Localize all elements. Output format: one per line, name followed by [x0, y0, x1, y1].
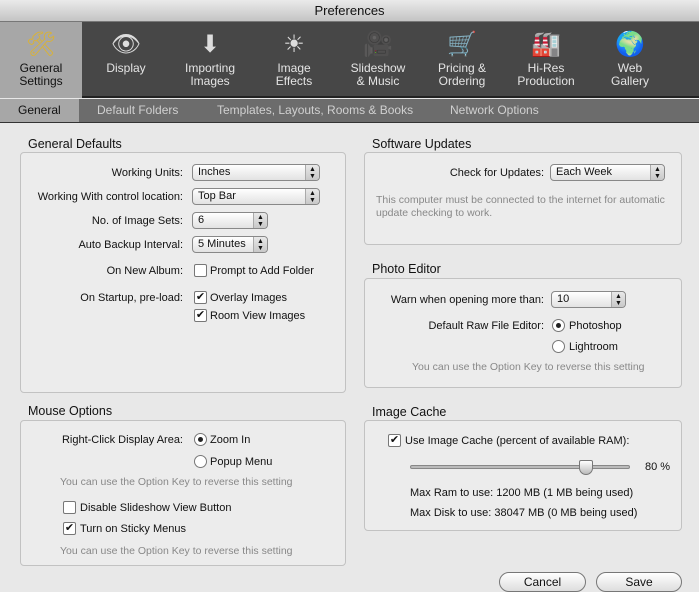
toolbar: 🛠 General Settings 👁 Display ⬇ Importing Imag…: [0, 22, 699, 98]
label: No. of Image Sets:: [91, 215, 183, 227]
subtab-bar: General Default Folders Templates, Layou…: [0, 99, 699, 123]
tool-pricing-ordering[interactable]: 🛒 Pricing & Ordering: [426, 22, 498, 98]
tab-network-options[interactable]: Network Options: [450, 99, 539, 122]
room-view-checkbox[interactable]: ✔: [194, 309, 207, 322]
tool-image-effects[interactable]: ☀ Image Effects: [258, 22, 330, 98]
updown-icon: ▲ ▼: [253, 213, 267, 228]
factory-icon: 🏭: [531, 31, 561, 58]
radio-label: Zoom In: [210, 434, 251, 446]
updown-icon: ▲ ▼: [611, 292, 625, 307]
globe-icon: 🌍: [615, 31, 645, 58]
max-disk: Max Disk to use: 38047 MB (0 MB being us…: [410, 507, 638, 519]
section-title: Mouse Options: [28, 404, 113, 418]
cache-slider-track[interactable]: [410, 465, 630, 469]
label: On Startup, pre-load:: [80, 292, 183, 304]
tool-label: Effects: [275, 74, 313, 88]
eye-display-icon: 👁: [110, 31, 142, 58]
tab-templates-layouts[interactable]: Templates, Layouts, Rooms & Books: [217, 99, 413, 122]
tool-label: Gallery: [610, 74, 649, 88]
label: Working Units:: [111, 167, 183, 179]
image-sets-select[interactable]: 6 ▲ ▼: [192, 212, 268, 229]
max-ram: Max Ram to use: 1200 MB (1 MB being used…: [410, 487, 634, 499]
window-title: Preferences: [0, 0, 699, 22]
select-value: 6: [198, 214, 205, 226]
lightroom-radio[interactable]: [552, 340, 565, 353]
check-updates-select[interactable]: Each Week ▲ ▼: [550, 164, 665, 181]
tool-label: Display: [106, 61, 146, 75]
note: You can use the Option Key to reverse th…: [60, 545, 293, 557]
select-value: 5 Minutes: [198, 238, 246, 250]
checkbox-label: Use Image Cache (percent of available RA…: [405, 435, 630, 447]
checkbox-label: Room View Images: [210, 310, 306, 322]
tool-label: Settings: [19, 74, 63, 88]
checkbox-label: Overlay Images: [210, 292, 288, 304]
label: Right-Click Display Area:: [61, 434, 183, 446]
section-title: Image Cache: [372, 405, 447, 419]
tool-general-settings[interactable]: 🛠 General Settings: [0, 22, 82, 98]
backup-interval-select[interactable]: 5 Minutes ▲ ▼: [192, 236, 268, 253]
tool-importing-images[interactable]: ⬇ Importing Images: [170, 22, 250, 98]
section-title: Photo Editor: [372, 262, 441, 276]
radio-label: Lightroom: [569, 341, 618, 353]
tool-label: & Music: [356, 74, 400, 88]
tool-label: Ordering: [438, 74, 486, 88]
select-value: 10: [557, 293, 570, 305]
radio-label: Photoshop: [569, 320, 622, 332]
cancel-button[interactable]: Cancel: [499, 572, 586, 592]
label: Working With control location:: [37, 191, 183, 203]
tool-label: Production: [517, 74, 575, 88]
save-button[interactable]: Save: [596, 572, 682, 592]
radio-label: Popup Menu: [210, 456, 273, 468]
tab-general[interactable]: General: [0, 99, 79, 122]
cache-slider-thumb[interactable]: [579, 460, 593, 475]
tool-display[interactable]: 👁 Display: [90, 22, 162, 98]
label: Default Raw File Editor:: [428, 320, 544, 332]
updown-icon: ▲ ▼: [253, 237, 267, 252]
select-value: Each Week: [556, 166, 613, 178]
note: You can use the Option Key to reverse th…: [412, 361, 645, 373]
tool-slideshow-music[interactable]: 🎥 Slideshow & Music: [338, 22, 418, 98]
sticky-menus-checkbox[interactable]: ✔: [63, 522, 76, 535]
movie-camera-icon: 🎥: [363, 31, 393, 58]
prompt-folder-checkbox[interactable]: [194, 264, 207, 277]
import-icon: ⬇: [199, 31, 221, 58]
control-location-select[interactable]: Top Bar ▲ ▼: [192, 188, 320, 205]
overlay-images-checkbox[interactable]: ✔: [194, 291, 207, 304]
checkbox-label: Prompt to Add Folder: [210, 265, 314, 277]
updown-icon: ▲ ▼: [650, 165, 664, 180]
working-units-select[interactable]: Inches ▲ ▼: [192, 164, 320, 181]
tools-icon: 🛠: [25, 31, 57, 58]
note: This computer must be connected to the i…: [376, 194, 665, 219]
photoshop-radio[interactable]: [552, 319, 565, 332]
select-value: Top Bar: [198, 190, 236, 202]
tool-web-gallery[interactable]: 🌍 Web Gallery: [596, 22, 664, 98]
section-title: General Defaults: [28, 137, 122, 151]
label: Warn when opening more than:: [390, 294, 544, 306]
checkbox-label: Disable Slideshow View Button: [80, 502, 232, 514]
warn-count-select[interactable]: 10 ▲ ▼: [551, 291, 626, 308]
tool-label: Images: [190, 74, 230, 88]
note: You can use the Option Key to reverse th…: [60, 476, 293, 488]
section-title: Software Updates: [372, 137, 472, 151]
use-cache-checkbox[interactable]: ✔: [388, 434, 401, 447]
label: Auto Backup Interval:: [78, 239, 183, 251]
checkbox-label: Turn on Sticky Menus: [80, 523, 186, 535]
disable-slideshow-checkbox[interactable]: [63, 501, 76, 514]
label: Check for Updates:: [449, 167, 544, 179]
person-light-icon: ☀: [283, 31, 305, 58]
cache-percent: 80 %: [645, 461, 671, 473]
updown-icon: ▲ ▼: [305, 165, 319, 180]
cart-icon: 🛒: [447, 31, 477, 58]
updown-icon: ▲ ▼: [305, 189, 319, 204]
tool-hi-res-production[interactable]: 🏭 Hi-Res Production: [506, 22, 586, 98]
label: On New Album:: [106, 265, 183, 277]
select-value: Inches: [198, 166, 231, 178]
tab-default-folders[interactable]: Default Folders: [97, 99, 178, 122]
popup-menu-radio[interactable]: [194, 455, 207, 468]
zoom-in-radio[interactable]: [194, 433, 207, 446]
